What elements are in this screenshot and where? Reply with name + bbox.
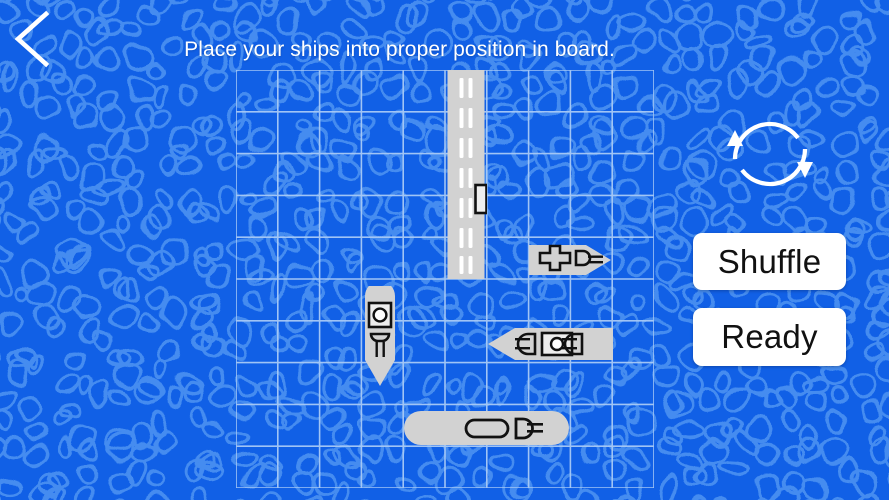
shuffle-button[interactable]: Shuffle <box>693 233 846 290</box>
ship-submarine[interactable] <box>403 408 570 448</box>
ship-patrol-boat[interactable] <box>361 286 399 388</box>
carrier-hull <box>447 70 485 279</box>
carrier-control-tower <box>474 183 487 215</box>
patrol-boat-bridge <box>368 301 393 329</box>
page-title: Place your ships into proper position in… <box>0 38 889 62</box>
game-board[interactable] <box>236 70 654 488</box>
refresh-arc-bottom <box>740 148 808 187</box>
ship-carrier[interactable] <box>445 70 487 279</box>
submarine-hull <box>404 411 570 445</box>
ready-button[interactable]: Ready <box>693 308 846 366</box>
shuffle-refresh-icon[interactable] <box>722 113 818 195</box>
page-title-text: Place your ships into proper position in… <box>184 38 615 61</box>
ship-destroyer[interactable] <box>528 241 612 279</box>
refresh-arc-top <box>732 121 800 160</box>
ship-cruiser[interactable] <box>487 324 613 364</box>
patrol-boat-hull <box>365 286 396 386</box>
